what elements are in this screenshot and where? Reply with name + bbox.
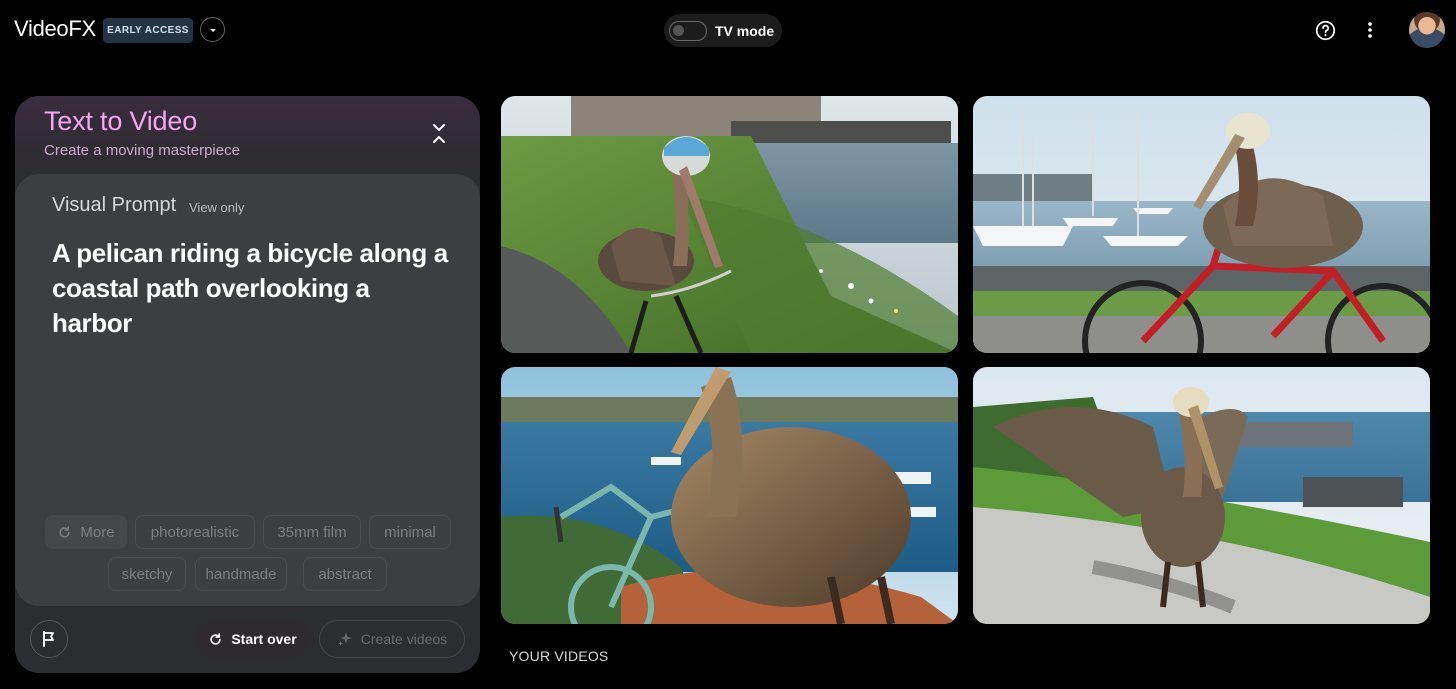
video-image-3 — [501, 367, 958, 624]
early-access-badge: EARLY ACCESS — [103, 18, 193, 43]
prompt-text: A pelican riding a bicycle along a coast… — [52, 238, 448, 338]
sparkle-icon — [337, 632, 352, 646]
visual-prompt-card: Visual Prompt View only A pelican riding… — [15, 174, 480, 606]
video-thumbnail-2[interactable] — [973, 96, 1430, 353]
video-image-4 — [973, 367, 1430, 624]
panel-subtitle: Create a moving masterpiece — [44, 142, 240, 159]
start-over-button[interactable]: Start over — [195, 620, 310, 658]
more-chip-label: More — [80, 523, 115, 541]
tv-mode-label: TV mode — [715, 22, 775, 39]
create-videos-button[interactable]: Create videos — [319, 620, 465, 658]
video-thumbnail-1[interactable] — [501, 96, 958, 353]
panel-title: Text to Video — [44, 106, 198, 136]
view-only-label: View only — [189, 200, 245, 215]
video-thumbnail-3[interactable] — [501, 367, 958, 624]
chevron-down-icon — [209, 28, 216, 32]
help-icon[interactable] — [1315, 20, 1336, 46]
video-thumbnail-4[interactable] — [973, 367, 1430, 624]
app-menu-button[interactable] — [200, 17, 225, 42]
report-button[interactable] — [30, 620, 68, 658]
panel-header[interactable]: Text to Video Create a moving masterpiec… — [15, 96, 480, 176]
app-logo: VideoFX — [14, 16, 96, 41]
tv-mode-toggle[interactable]: TV mode — [664, 14, 782, 47]
refresh-icon — [210, 632, 221, 645]
video-image-1 — [501, 96, 958, 353]
more-chip-button[interactable]: More — [45, 515, 127, 549]
more-vert-icon[interactable] — [1360, 20, 1380, 45]
start-over-label: Start over — [231, 631, 297, 647]
chip-abstract[interactable]: abstract — [303, 557, 387, 591]
flag-icon — [43, 631, 54, 647]
video-image-2 — [973, 96, 1430, 353]
visual-prompt-heading: Visual Prompt — [52, 194, 177, 216]
avatar[interactable] — [1409, 12, 1445, 48]
chip-35mm-film[interactable]: 35mm film — [263, 515, 361, 549]
tv-mode-switch[interactable] — [669, 20, 707, 41]
text-to-video-panel: Text to Video Create a moving masterpiec… — [15, 96, 480, 673]
refresh-icon — [59, 525, 71, 538]
collapse-expand-icon[interactable] — [430, 120, 448, 151]
chip-handmade[interactable]: handmade — [195, 557, 287, 591]
your-videos-label: YOUR VIDEOS — [509, 648, 609, 664]
chip-sketchy[interactable]: sketchy — [108, 557, 186, 591]
switch-knob — [673, 24, 684, 36]
create-videos-label: Create videos — [360, 631, 448, 647]
chip-minimal[interactable]: minimal — [369, 515, 451, 549]
chip-photorealistic[interactable]: photorealistic — [135, 515, 255, 549]
